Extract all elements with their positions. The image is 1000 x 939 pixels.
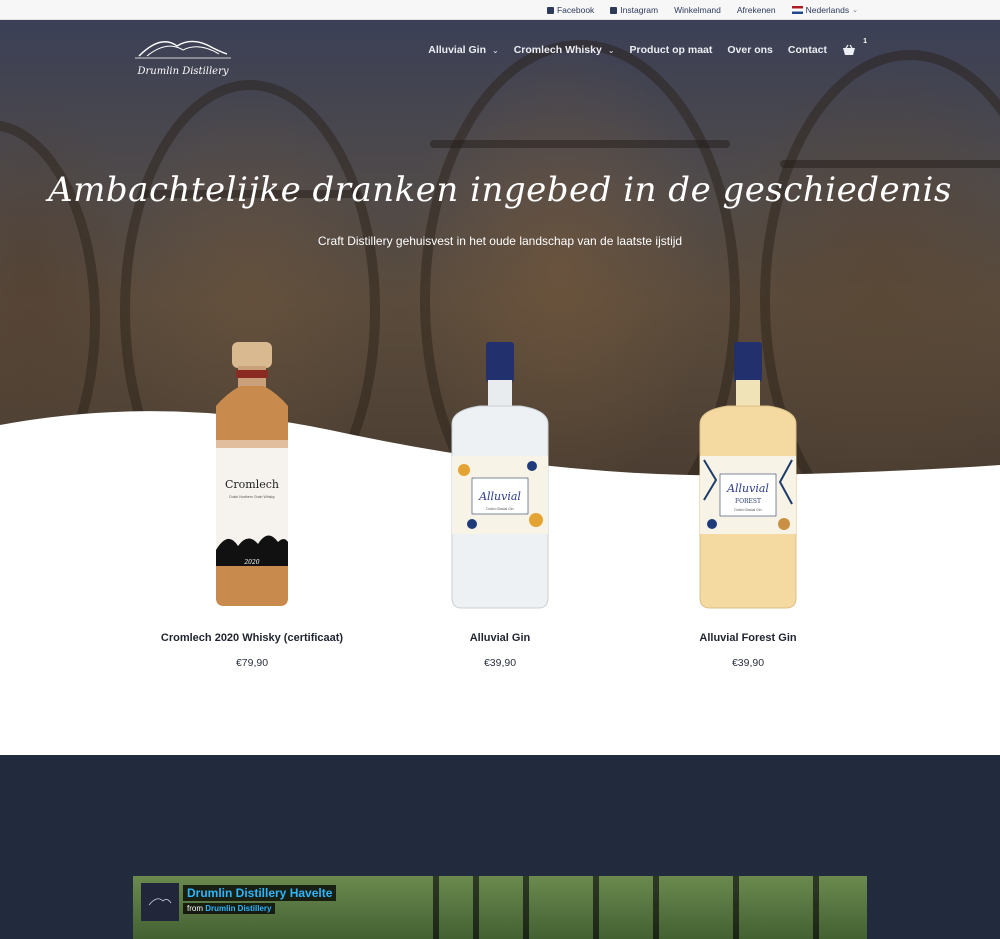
bottle-label-subtext: Dutch Glacial Gin (486, 507, 513, 511)
language-label: Nederlands (805, 5, 850, 15)
bottle-label-forest: FOREST (735, 498, 761, 505)
product-name[interactable]: Alluvial Gin (376, 632, 624, 644)
cart-count-badge: 1 (863, 38, 867, 45)
cart-link[interactable]: Winkelmand (674, 5, 721, 15)
product-price: €79,90 (235, 657, 269, 669)
bottle-label-year: 2020 (243, 559, 259, 566)
channel-avatar[interactable] (141, 883, 179, 921)
nav-item-contact[interactable]: Contact (788, 44, 827, 56)
product-name[interactable]: Alluvial Forest Gin (624, 632, 872, 644)
main-nav: Alluvial Gin ⌄ Cromlech Whisky ⌄ Product… (428, 38, 867, 56)
bamboo-graphic (653, 876, 659, 939)
video-byline-prefix: from (187, 904, 203, 913)
facebook-icon (546, 6, 554, 14)
nav-item-product-op-maat[interactable]: Product op maat (630, 44, 713, 56)
brand-name: Drumlin Distillery (137, 66, 229, 77)
mountain-logo-icon (148, 898, 172, 906)
product-price: €39,90 (731, 657, 765, 669)
product-image[interactable]: Alluvial FOREST Dutch Glacial Gin (624, 320, 872, 610)
brand-logo[interactable]: Drumlin Distillery (133, 32, 233, 82)
bottle-label-text: Alluvial (726, 482, 769, 495)
product-image[interactable]: Alluvial Dutch Glacial Gin (376, 320, 624, 610)
facebook-link[interactable]: Facebook (546, 5, 595, 15)
barrel-hoop (430, 140, 730, 148)
utility-links: Facebook Instagram Winkelmand Afrekenen … (546, 0, 858, 20)
bottle-label-subtext: Dutch Northern Grain Whisky (229, 495, 275, 499)
bamboo-graphic (593, 876, 599, 939)
video-byline: from Drumlin Distillery (183, 903, 276, 914)
hero-title: Ambachtelijke dranken ingebed in de gesc… (48, 170, 952, 210)
instagram-icon (610, 6, 618, 14)
top-utility-bar: Facebook Instagram Winkelmand Afrekenen … (0, 0, 1000, 20)
bottle-label-subtext: Dutch Glacial Gin (734, 508, 761, 512)
language-selector[interactable]: Nederlands ⌄ (791, 5, 858, 15)
bamboo-graphic (523, 876, 529, 939)
product-card[interactable]: Alluvial FOREST Dutch Glacial Gin Alluvi… (624, 320, 872, 669)
bamboo-graphic (813, 876, 819, 939)
product-price: €39,90 (483, 657, 517, 669)
barrel-hoop (780, 160, 1000, 168)
forest-gin-bottle-image: Alluvial FOREST Dutch Glacial Gin (699, 342, 797, 609)
nav-item-alluvial-gin[interactable]: Alluvial Gin ⌄ (428, 44, 498, 56)
mountain-logo-icon (135, 40, 231, 59)
chevron-down-icon: ⌄ (607, 45, 615, 55)
product-card[interactable]: Cromlech Dutch Northern Grain Whisky 202… (128, 320, 376, 669)
page: Facebook Instagram Winkelmand Afrekenen … (0, 0, 1000, 939)
nav-item-label: Alluvial Gin (428, 44, 487, 56)
nav-item-over-ons[interactable]: Over ons (727, 44, 773, 56)
bamboo-graphic (433, 876, 439, 939)
video-player[interactable]: Drumlin Distillery Havelte from Drumlin … (133, 876, 867, 939)
bamboo-graphic (473, 876, 479, 939)
dutch-flag-icon (791, 6, 803, 14)
bottle-label-text: Alluvial (478, 490, 521, 503)
hero-subtitle: Craft Distillery gehuisvest in het oude … (317, 234, 683, 248)
product-image[interactable]: Cromlech Dutch Northern Grain Whisky 202… (128, 320, 376, 610)
checkout-link[interactable]: Afrekenen (737, 5, 776, 15)
whisky-bottle-image: Cromlech Dutch Northern Grain Whisky 202… (216, 342, 288, 606)
gin-bottle-image: Alluvial Dutch Glacial Gin (451, 342, 549, 609)
bamboo-graphic (733, 876, 739, 939)
chevron-down-icon: ⌄ (852, 7, 858, 14)
bottle-label-text: Cromlech (225, 478, 279, 491)
instagram-link-label: Instagram (620, 5, 659, 15)
video-title[interactable]: Drumlin Distillery Havelte (183, 885, 337, 901)
product-card[interactable]: Alluvial Dutch Glacial Gin Alluvial Gin … (376, 320, 624, 669)
nav-item-label: Cromlech Whisky (513, 44, 602, 56)
product-name[interactable]: Cromlech 2020 Whisky (certificaat) (128, 632, 376, 644)
instagram-link[interactable]: Instagram (610, 5, 658, 15)
nav-item-cromlech-whisky[interactable]: Cromlech Whisky ⌄ (514, 44, 615, 56)
cart-button[interactable]: 1 (842, 38, 867, 56)
chevron-down-icon: ⌄ (492, 45, 499, 55)
video-section: Drumlin Distillery Havelte from Drumlin … (0, 755, 1000, 939)
product-grid: Cromlech Dutch Northern Grain Whisky 202… (0, 320, 1000, 755)
basket-icon (843, 44, 855, 55)
video-channel-link[interactable]: Drumlin Distillery (205, 904, 271, 913)
main-navbar: Drumlin Distillery Alluvial Gin ⌄ Cromle… (0, 20, 1000, 90)
facebook-link-label: Facebook (556, 5, 595, 15)
